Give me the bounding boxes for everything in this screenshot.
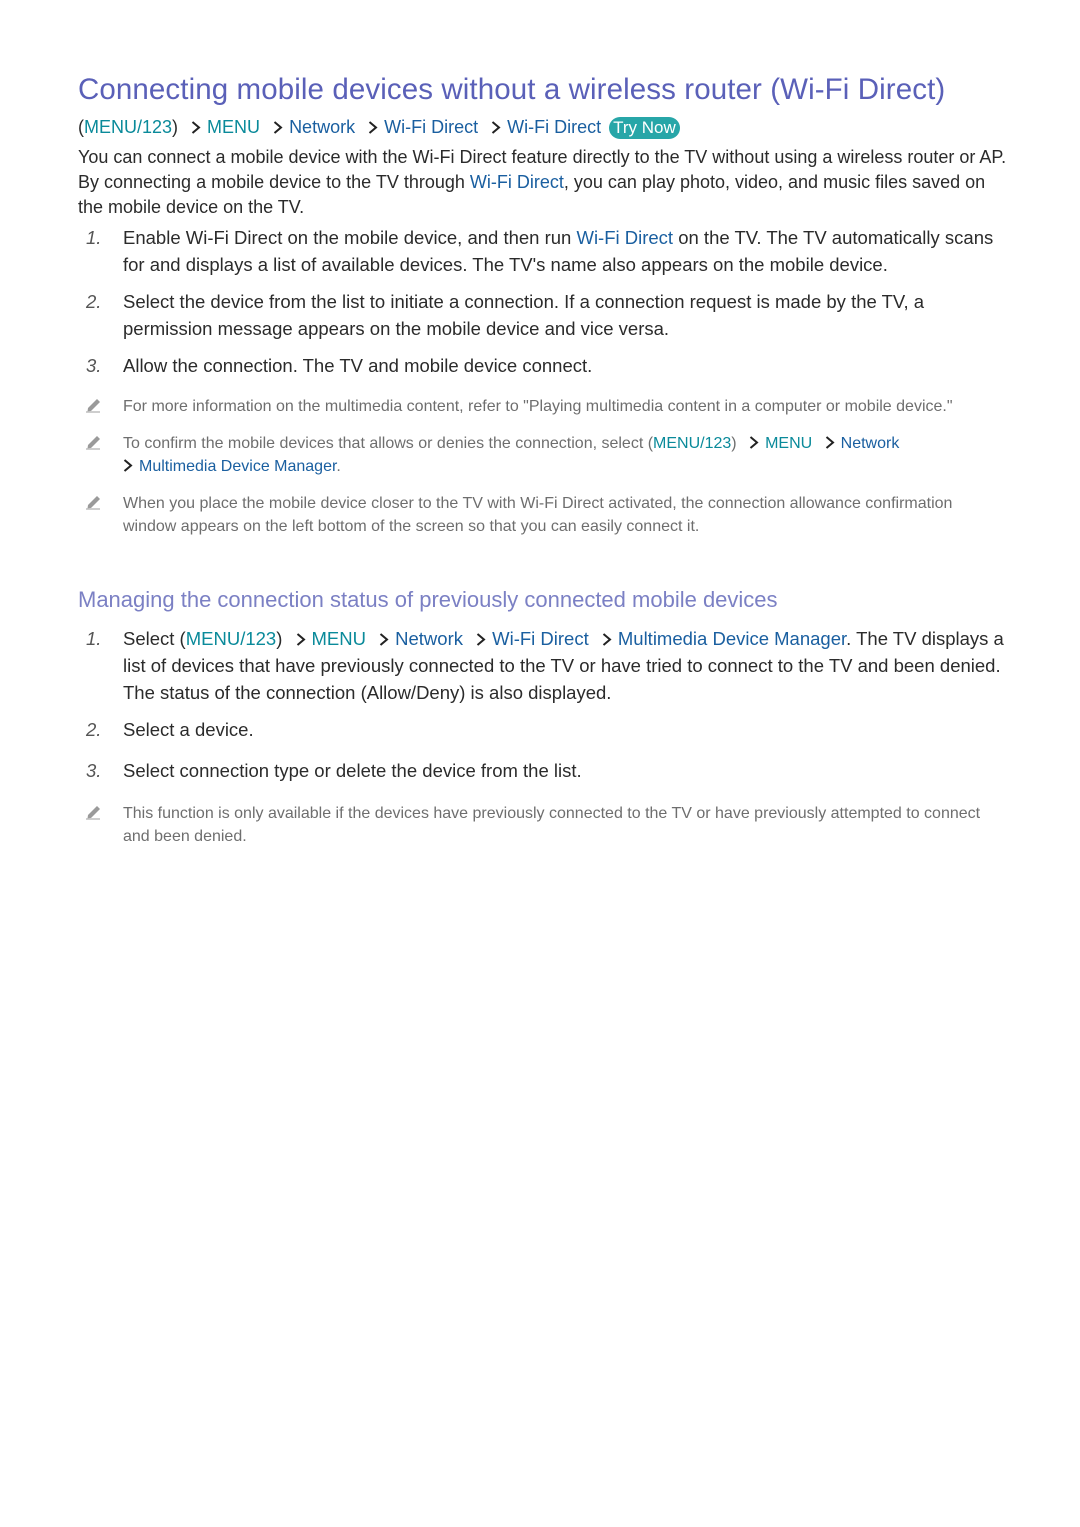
try-now-button[interactable]: Try Now xyxy=(609,117,680,139)
list-item: 1. Enable Wi-Fi Direct on the mobile dev… xyxy=(78,224,1008,278)
menu123-link[interactable]: MENU/123 xyxy=(84,117,172,137)
step-text: Enable Wi-Fi Direct on the mobile device… xyxy=(123,227,577,248)
wifi-direct-link[interactable]: Wi-Fi Direct xyxy=(576,227,673,248)
menu123-link[interactable]: MENU/123 xyxy=(653,435,731,452)
wifi-direct-link[interactable]: Wi-Fi Direct xyxy=(492,628,589,649)
network-link[interactable]: Network xyxy=(841,435,900,452)
step-number: 3. xyxy=(86,355,102,376)
chevron-right-icon xyxy=(491,121,501,134)
document-page: Connecting mobile devices without a wire… xyxy=(78,70,1008,848)
chevron-right-icon xyxy=(602,633,612,646)
step-number: 1. xyxy=(86,628,102,649)
network-link[interactable]: Network xyxy=(289,117,355,137)
multimedia-device-manager-link[interactable]: Multimedia Device Manager xyxy=(618,628,846,649)
chevron-right-icon xyxy=(379,633,389,646)
step-number: 2. xyxy=(86,719,102,740)
menu-link[interactable]: MENU xyxy=(312,628,366,649)
step-number: 2. xyxy=(86,291,102,312)
chevron-right-icon xyxy=(296,633,306,646)
note: When you place the mobile device closer … xyxy=(78,492,1008,538)
list-item: 3. Select connection type or delete the … xyxy=(78,757,1008,784)
wifi-direct-link[interactable]: Wi-Fi Direct xyxy=(384,117,478,137)
pencil-icon xyxy=(85,492,103,510)
paren-close: ) xyxy=(731,435,737,452)
menu-link[interactable]: MENU xyxy=(765,435,812,452)
chevron-right-icon xyxy=(476,633,486,646)
wifi-direct-link[interactable]: Wi-Fi Direct xyxy=(507,117,601,137)
note: For more information on the multimedia c… xyxy=(78,395,1008,418)
note-text: To confirm the mobile devices that allow… xyxy=(123,435,654,452)
multimedia-device-manager-link[interactable]: Multimedia Device Manager xyxy=(139,458,336,475)
note-text: . xyxy=(336,458,341,475)
menu-link[interactable]: MENU xyxy=(207,117,260,137)
paren-close: ) xyxy=(276,628,283,649)
note-text: When you place the mobile device closer … xyxy=(123,495,953,535)
step-text: Select connection type or delete the dev… xyxy=(123,760,582,781)
step-text: Select a device. xyxy=(123,719,254,740)
pencil-icon xyxy=(85,802,103,820)
section-heading: Managing the connection status of previo… xyxy=(78,587,778,612)
chevron-right-icon xyxy=(273,121,283,134)
note-text: This function is only available if the d… xyxy=(123,805,981,845)
steps-list: 1. Enable Wi-Fi Direct on the mobile dev… xyxy=(78,224,1008,379)
network-link[interactable]: Network xyxy=(395,628,463,649)
paren-close: ) xyxy=(172,117,179,137)
pencil-icon xyxy=(85,395,103,413)
note: This function is only available if the d… xyxy=(78,802,1008,848)
step-text: Allow the connection. The TV and mobile … xyxy=(123,355,593,376)
note-text: For more information on the multimedia c… xyxy=(123,398,953,415)
page-title: Connecting mobile devices without a wire… xyxy=(78,73,946,106)
chevron-right-icon xyxy=(368,121,378,134)
chevron-right-icon xyxy=(749,436,759,449)
step-text: Select the device from the list to initi… xyxy=(123,291,925,339)
step-number: 3. xyxy=(86,760,102,781)
chevron-right-icon xyxy=(825,436,835,449)
step-text: Select ( xyxy=(123,628,186,649)
step-number: 1. xyxy=(86,227,102,248)
pencil-icon xyxy=(85,432,103,450)
wifi-direct-link[interactable]: Wi-Fi Direct xyxy=(470,172,564,192)
list-item: 2. Select the device from the list to in… xyxy=(78,288,1008,342)
list-item: 2. Select a device. xyxy=(78,716,1008,743)
intro-paragraph: You can connect a mobile device with the… xyxy=(78,145,1008,220)
steps-list: 1. Select (MENU/123) MENU Network Wi-Fi … xyxy=(78,625,1008,784)
chevron-right-icon xyxy=(123,459,133,472)
menu-path: (MENU/123) MENU Network Wi-Fi Direct Wi-… xyxy=(78,114,1008,140)
list-item: 3. Allow the connection. The TV and mobi… xyxy=(78,352,1008,379)
list-item: 1. Select (MENU/123) MENU Network Wi-Fi … xyxy=(78,625,1008,706)
note: To confirm the mobile devices that allow… xyxy=(78,432,1008,478)
menu123-link[interactable]: MENU/123 xyxy=(186,628,276,649)
chevron-right-icon xyxy=(191,121,201,134)
